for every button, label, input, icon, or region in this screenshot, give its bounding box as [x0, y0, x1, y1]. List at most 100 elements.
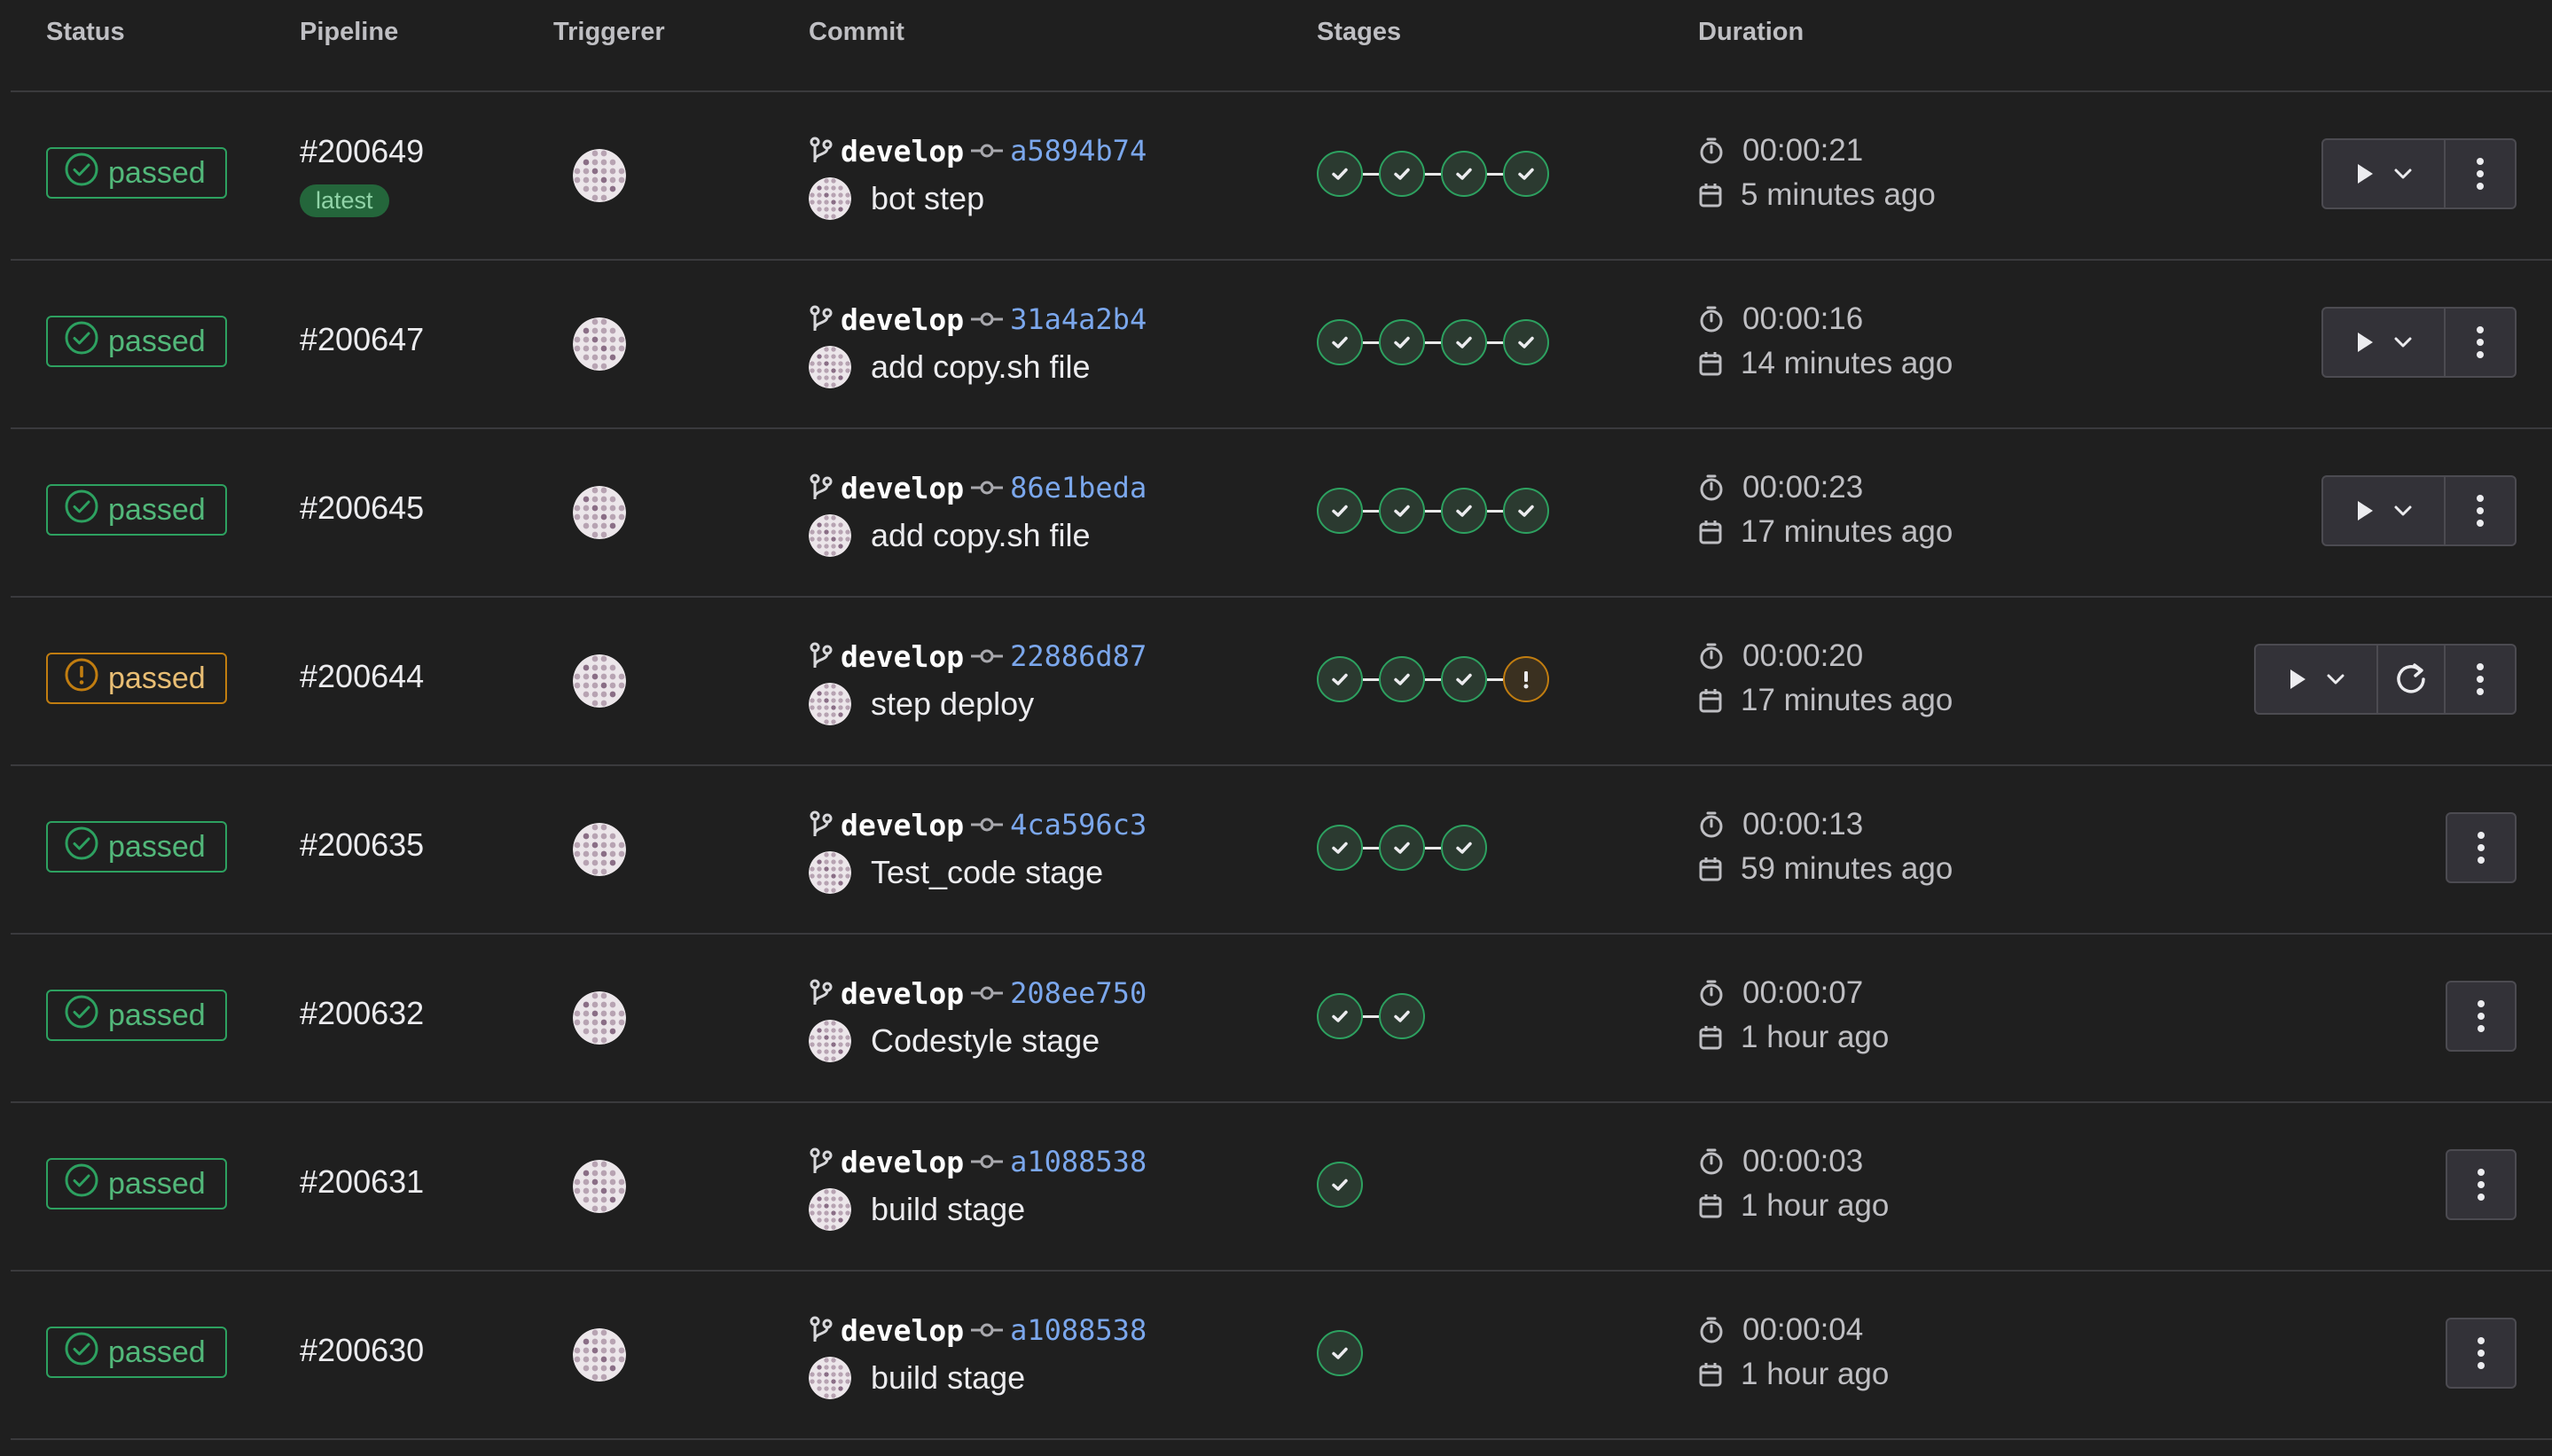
retry-button[interactable] — [2378, 644, 2446, 715]
pipeline-id-link[interactable]: #200645 — [300, 489, 424, 527]
more-actions-button[interactable] — [2446, 981, 2517, 1052]
avatar[interactable] — [809, 1020, 851, 1062]
run-manual-job-button[interactable] — [2321, 138, 2446, 209]
run-manual-job-button[interactable] — [2321, 475, 2446, 546]
finished-value: 1 hour ago — [1741, 1020, 1890, 1054]
stage-success-icon[interactable] — [1317, 151, 1363, 197]
avatar[interactable] — [809, 1357, 851, 1399]
calendar-icon — [1698, 182, 1723, 208]
pipeline-id-link[interactable]: #200635 — [300, 826, 424, 864]
commit-message-link[interactable]: add copy.sh file — [871, 517, 1090, 554]
more-actions-button[interactable] — [2446, 1318, 2517, 1389]
pipeline-id-link[interactable]: #200649 — [300, 133, 424, 170]
table-row: passed #200647 develop 31a4a2b4 add copy… — [11, 261, 2552, 429]
status-badge[interactable]: passed — [46, 316, 227, 367]
avatar[interactable] — [573, 1160, 626, 1213]
branch-link[interactable]: develop — [841, 471, 964, 505]
more-actions-button[interactable] — [2446, 475, 2517, 546]
timer-icon — [1698, 474, 1725, 502]
stage-warning-icon[interactable] — [1503, 656, 1549, 702]
more-actions-button[interactable] — [2446, 307, 2517, 378]
commit-message-link[interactable]: build stage — [871, 1359, 1025, 1397]
avatar[interactable] — [573, 149, 626, 202]
branch-link[interactable]: develop — [841, 1313, 964, 1348]
avatar[interactable] — [573, 486, 626, 539]
pipeline-id-link[interactable]: #200644 — [300, 658, 424, 695]
branch-link[interactable]: develop — [841, 976, 964, 1011]
stage-success-icon[interactable] — [1379, 656, 1425, 702]
commit-message-link[interactable]: bot step — [871, 180, 984, 217]
commit-message-link[interactable]: step deploy — [871, 685, 1034, 723]
stage-success-icon[interactable] — [1441, 488, 1487, 534]
pipeline-id-link[interactable]: #200630 — [300, 1332, 424, 1369]
status-badge[interactable]: passed — [46, 147, 227, 199]
branch-link[interactable]: develop — [841, 808, 964, 842]
commit-sha-link[interactable]: 4ca596c3 — [1010, 808, 1147, 842]
branch-link[interactable]: develop — [841, 134, 964, 168]
stage-success-icon[interactable] — [1379, 151, 1425, 197]
more-actions-button[interactable] — [2446, 812, 2517, 883]
status-badge[interactable]: passed — [46, 1327, 227, 1378]
stage-success-icon[interactable] — [1379, 825, 1425, 871]
stage-success-icon[interactable] — [1441, 656, 1487, 702]
stage-success-icon[interactable] — [1317, 319, 1363, 365]
avatar[interactable] — [809, 851, 851, 894]
more-actions-button[interactable] — [2446, 138, 2517, 209]
stage-success-icon[interactable] — [1379, 993, 1425, 1039]
commit-sha-link[interactable]: a1088538 — [1010, 1313, 1147, 1347]
commit-sha-link[interactable]: 31a4a2b4 — [1010, 302, 1147, 336]
run-manual-job-button[interactable] — [2254, 644, 2378, 715]
status-badge[interactable]: passed — [46, 653, 227, 704]
status-badge[interactable]: passed — [46, 484, 227, 536]
commit-sha-link[interactable]: 208ee750 — [1010, 976, 1147, 1010]
stage-success-icon[interactable] — [1317, 825, 1363, 871]
avatar[interactable] — [573, 654, 626, 708]
avatar[interactable] — [573, 1328, 626, 1382]
stage-success-icon[interactable] — [1317, 488, 1363, 534]
stage-connector — [1425, 509, 1441, 513]
finished-value: 14 minutes ago — [1741, 346, 1953, 380]
avatar[interactable] — [573, 991, 626, 1045]
status-badge[interactable]: passed — [46, 1158, 227, 1209]
status-badge[interactable]: passed — [46, 990, 227, 1041]
avatar[interactable] — [809, 346, 851, 388]
run-manual-job-button[interactable] — [2321, 307, 2446, 378]
avatar[interactable] — [809, 1188, 851, 1231]
stage-success-icon[interactable] — [1379, 319, 1425, 365]
commit-message-link[interactable]: add copy.sh file — [871, 348, 1090, 386]
status-badge[interactable]: passed — [46, 821, 227, 873]
pipeline-id-link[interactable]: #200647 — [300, 321, 424, 358]
branch-link[interactable]: develop — [841, 639, 964, 674]
stage-success-icon[interactable] — [1441, 319, 1487, 365]
stage-success-icon[interactable] — [1317, 1162, 1363, 1208]
stage-success-icon[interactable] — [1441, 151, 1487, 197]
avatar[interactable] — [809, 514, 851, 557]
avatar[interactable] — [573, 317, 626, 371]
commit-message-link[interactable]: Codestyle stage — [871, 1022, 1100, 1060]
pipeline-id-link[interactable]: #200632 — [300, 995, 424, 1032]
more-actions-button[interactable] — [2446, 644, 2517, 715]
stage-success-icon[interactable] — [1379, 488, 1425, 534]
avatar[interactable] — [809, 177, 851, 220]
avatar[interactable] — [573, 823, 626, 876]
commit-sha-link[interactable]: a1088538 — [1010, 1145, 1147, 1178]
commit-sha-link[interactable]: a5894b74 — [1010, 134, 1147, 168]
stage-success-icon[interactable] — [1441, 825, 1487, 871]
row-actions — [2446, 1149, 2517, 1220]
commit-message-link[interactable]: build stage — [871, 1191, 1025, 1228]
stage-success-icon[interactable] — [1317, 656, 1363, 702]
commit-sha-link[interactable]: 86e1beda — [1010, 471, 1147, 505]
stage-success-icon[interactable] — [1503, 151, 1549, 197]
commit-message-link[interactable]: Test_code stage — [871, 854, 1103, 891]
stage-success-icon[interactable] — [1317, 993, 1363, 1039]
commit-sha-link[interactable]: 22886d87 — [1010, 639, 1147, 673]
more-actions-button[interactable] — [2446, 1149, 2517, 1220]
branch-link[interactable]: develop — [841, 1145, 964, 1179]
stage-success-icon[interactable] — [1317, 1330, 1363, 1376]
row-actions — [2446, 812, 2517, 883]
stage-success-icon[interactable] — [1503, 488, 1549, 534]
avatar[interactable] — [809, 683, 851, 725]
pipeline-id-link[interactable]: #200631 — [300, 1163, 424, 1201]
stage-success-icon[interactable] — [1503, 319, 1549, 365]
branch-link[interactable]: develop — [841, 302, 964, 337]
